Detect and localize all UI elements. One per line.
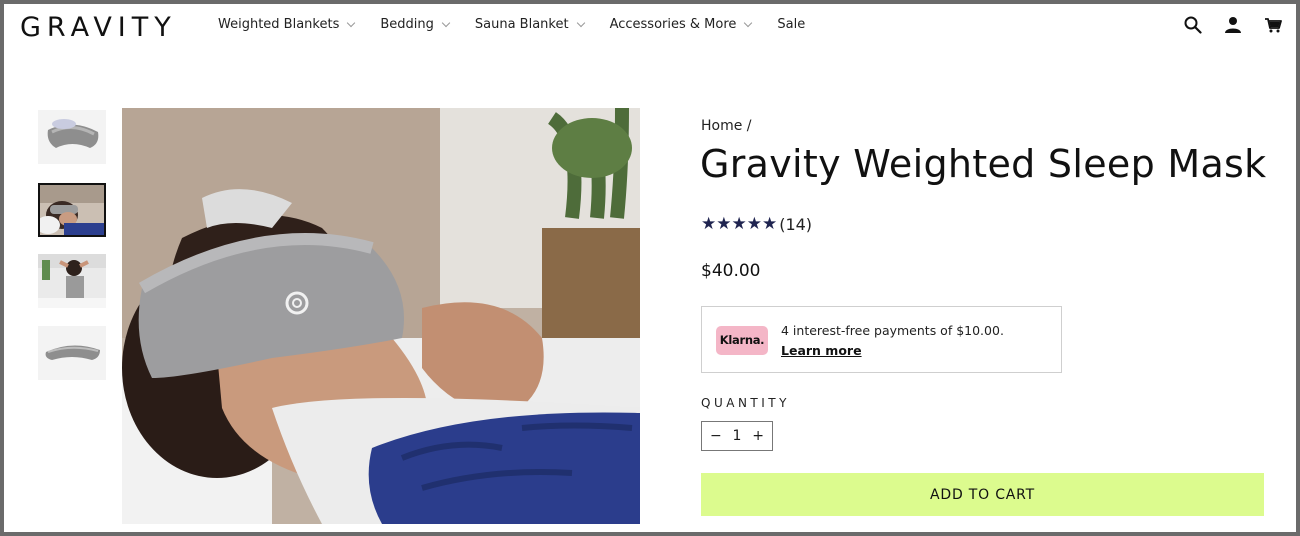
nav-item-sauna-blanket[interactable]: Sauna Blanket [474, 17, 585, 32]
klarna-message: 4 interest-free payments of $10.00. [781, 323, 1004, 338]
thumbnail-mask-angle[interactable] [38, 110, 106, 164]
main-nav: Weighted Blankets Bedding Sauna Blanket … [218, 17, 831, 32]
page: GRAVITY Weighted Blankets Bedding Sauna … [4, 4, 1296, 532]
main-product-image[interactable] [122, 108, 640, 524]
product-title: Gravity Weighted Sleep Mask [700, 142, 1267, 186]
chevron-down-icon [441, 18, 451, 27]
chevron-down-icon [347, 18, 356, 27]
header-icons [1184, 16, 1282, 34]
klarna-logo: Klarna. [716, 326, 768, 355]
nav-item-label: Sauna Blanket [474, 17, 569, 32]
chevron-down-icon [576, 18, 585, 27]
product-price: $40.00 [701, 261, 761, 281]
klarna-box: Klarna. 4 interest-free payments of $10.… [701, 306, 1062, 373]
quantity-value[interactable]: 1 [733, 428, 742, 444]
account-icon[interactable] [1224, 16, 1242, 34]
nav-item-bedding[interactable]: Bedding [380, 17, 451, 32]
thumbnail-woman-wearing-mask[interactable] [38, 183, 106, 237]
nav-item-weighted-blankets[interactable]: Weighted Blankets [218, 17, 356, 32]
quantity-increase-button[interactable]: + [752, 428, 764, 444]
nav-item-label: Accessories & More [609, 17, 737, 32]
quantity-label: QUANTITY [701, 396, 790, 410]
klarna-learn-more-link[interactable]: Learn more [781, 343, 862, 358]
nav-item-label: Bedding [380, 17, 434, 32]
nav-item-label: Sale [777, 17, 806, 32]
review-count: (14) [779, 214, 813, 234]
cart-icon[interactable] [1264, 16, 1282, 34]
nav-item-accessories[interactable]: Accessories & More [609, 17, 753, 32]
rating-stars-icon: ★★★★★ [701, 214, 778, 234]
product-rating[interactable]: ★★★★★ (14) [701, 214, 812, 234]
chevron-down-icon [744, 18, 753, 27]
nav-item-sale[interactable]: Sale [777, 17, 805, 32]
add-to-cart-button[interactable]: ADD TO CART [701, 473, 1264, 516]
breadcrumb[interactable]: Home / [701, 118, 752, 134]
thumbnail-woman-adjusting-mask[interactable] [38, 254, 106, 308]
quantity-stepper[interactable]: − 1 + [701, 421, 773, 451]
quantity-decrease-button[interactable]: − [710, 428, 722, 444]
search-icon[interactable] [1184, 16, 1202, 34]
thumbnail-mask-flat[interactable] [38, 326, 106, 380]
nav-item-label: Weighted Blankets [218, 17, 340, 32]
brand-logo[interactable]: GRAVITY [20, 12, 177, 43]
